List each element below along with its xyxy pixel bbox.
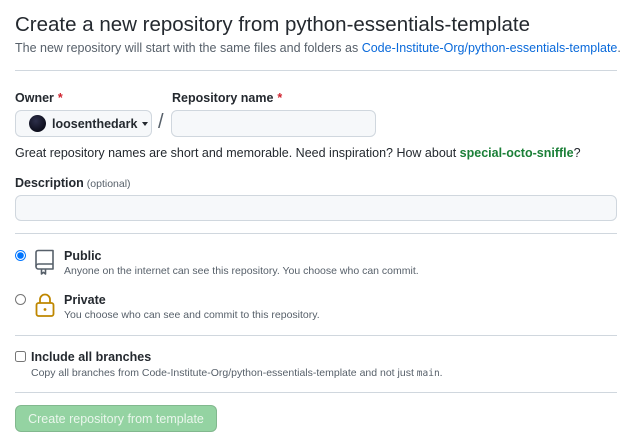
owner-label: Owner * [15, 91, 63, 105]
include-branches-note-suffix: . [439, 367, 443, 379]
owner-repo-separator: / [158, 111, 164, 133]
divider [15, 233, 617, 234]
description-input[interactable] [15, 195, 617, 221]
repo-name-label: Repository name * [172, 91, 282, 105]
name-suggestion-link[interactable]: special-octo-sniffle [460, 146, 574, 160]
create-repository-button[interactable]: Create repository from template [15, 405, 217, 432]
optional-tag: (optional) [86, 178, 131, 190]
owner-name: loosenthedark [52, 116, 138, 131]
branch-name-code: main [416, 368, 440, 379]
divider [15, 392, 617, 393]
divider [15, 335, 617, 336]
owner-label-text: Owner [15, 91, 54, 105]
repo-name-label-text: Repository name [172, 91, 274, 105]
visibility-public-radio[interactable] [15, 250, 26, 261]
visibility-private-note: You choose who can see and commit to thi… [64, 309, 320, 321]
owner-select[interactable]: loosenthedark [15, 110, 152, 137]
name-hint: Great repository names are short and mem… [15, 146, 581, 160]
description-label-text: Description [15, 176, 84, 190]
include-branches-label: Include all branches [31, 350, 152, 364]
lock-icon [35, 293, 55, 317]
visibility-private-radio[interactable] [15, 294, 26, 305]
include-branches-checkbox[interactable] [15, 351, 26, 362]
visibility-public-title: Public [64, 249, 102, 263]
subtitle-prefix: The new repository will start with the s… [15, 41, 362, 55]
subtitle-suffix: . [617, 41, 621, 55]
page-subtitle: The new repository will start with the s… [15, 41, 621, 55]
caret-down-icon [142, 121, 149, 126]
name-hint-text: Great repository names are short and mem… [15, 146, 460, 160]
visibility-public-note: Anyone on the internet can see this repo… [64, 265, 419, 277]
include-branches-note: Copy all branches from Code-Institute-Or… [31, 367, 443, 379]
required-mark: * [277, 91, 283, 105]
description-label: Description (optional) [15, 176, 131, 190]
repo-icon [35, 249, 54, 275]
divider [15, 70, 617, 71]
include-branches-note-text: Copy all branches from Code-Institute-Or… [31, 367, 417, 379]
name-hint-suffix: ? [573, 146, 581, 160]
template-link[interactable]: Code-Institute-Org/python-essentials-tem… [362, 41, 618, 55]
visibility-private-title: Private [64, 293, 106, 307]
page-title: Create a new repository from python-esse… [15, 13, 531, 36]
required-mark: * [57, 91, 63, 105]
repo-name-input[interactable] [171, 110, 376, 137]
avatar [29, 115, 46, 132]
